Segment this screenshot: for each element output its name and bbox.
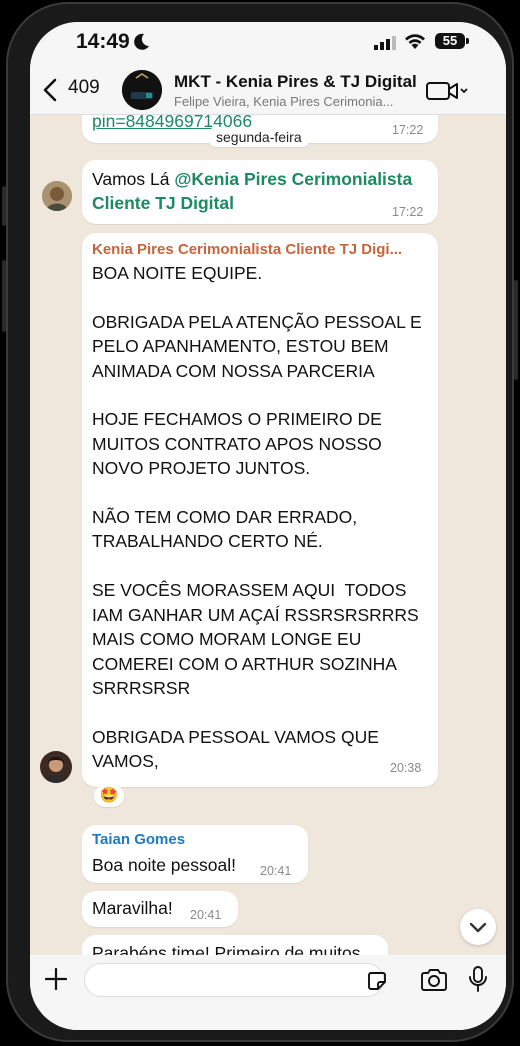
message-input-bar [30,955,506,1030]
message-text: Boa noite pessoal! [92,855,236,875]
plus-icon[interactable] [44,967,68,996]
status-bar: 14:49 55 [30,22,506,66]
group-title[interactable]: MKT - Kenia Pires & TJ Digital [174,72,417,92]
back-unread-count[interactable]: 409 [68,77,100,99]
video-call-icon[interactable] [426,80,468,107]
message-text: Vamos Lá @Kenia Pires Cerimonialista Clie… [92,167,412,216]
chevron-down-icon [469,922,487,933]
mention-link[interactable]: @Kenia Pires Cerimonialista [174,169,412,189]
signal-icon [374,36,398,55]
camera-icon[interactable] [420,968,448,997]
screen: 14:49 55 409 MKT - Kenia Pires & TJ Digi… [30,22,506,1030]
moon-icon [134,33,150,56]
message-bubble[interactable]: Maravilha! 20:41 [82,891,238,927]
sticker-icon[interactable] [366,970,388,997]
message-time: 20:41 [260,864,292,878]
message-time: 17:22 [392,205,424,219]
phone-frame: 14:49 55 409 MKT - Kenia Pires & TJ Digi… [6,2,514,1042]
message-text: BOA NOITE EQUIPE. OBRIGADA PELA ATENÇÃO … [92,263,422,772]
message-bubble-mention[interactable]: Vamos Lá @Kenia Pires Cerimonialista Clie… [82,160,438,224]
message-bubble[interactable]: Taian Gomes Boa noite pessoal! 20:41 [82,825,308,883]
group-avatar[interactable] [122,70,162,110]
group-members[interactable]: Felipe Vieira, Kenia Pires Cerimonia... [174,94,414,109]
status-time: 14:49 [76,30,130,53]
message-time: 20:38 [390,761,422,775]
back-chevron-icon[interactable] [42,78,58,107]
message-sender[interactable]: Taian Gomes [92,831,185,848]
message-sender[interactable]: Kenia Pires Cerimonialista Cliente TJ Di… [92,241,402,258]
message-prefix: Vamos Lá [92,169,175,189]
message-text: Maravilha! [92,898,173,918]
battery-tip [466,38,469,44]
battery-level: 55 [435,33,465,49]
reaction-badge[interactable]: 🤩 [94,785,124,807]
message-text: Parabéns time! Primeiro de muitos [92,943,361,955]
scroll-to-bottom-button[interactable] [460,909,496,945]
message-time: 17:22 [392,123,424,137]
chat-header: 409 MKT - Kenia Pires & TJ Digital Felip… [30,66,506,115]
message-time: 20:41 [190,908,222,922]
avatar[interactable] [42,181,72,211]
chat-area: pin=8484969714066 17:22 segunda-feira Va… [30,115,506,955]
mention-link[interactable]: Cliente TJ Digital [92,193,234,213]
day-divider: segunda-feira [208,127,310,147]
wifi-icon [404,32,426,55]
message-bubble-long[interactable]: Kenia Pires Cerimonialista Cliente TJ Di… [82,233,438,787]
message-bubble[interactable]: Parabéns time! Primeiro de muitos [82,935,388,955]
message-input[interactable] [84,963,384,997]
avatar[interactable] [40,751,72,783]
mic-icon[interactable] [468,965,488,998]
